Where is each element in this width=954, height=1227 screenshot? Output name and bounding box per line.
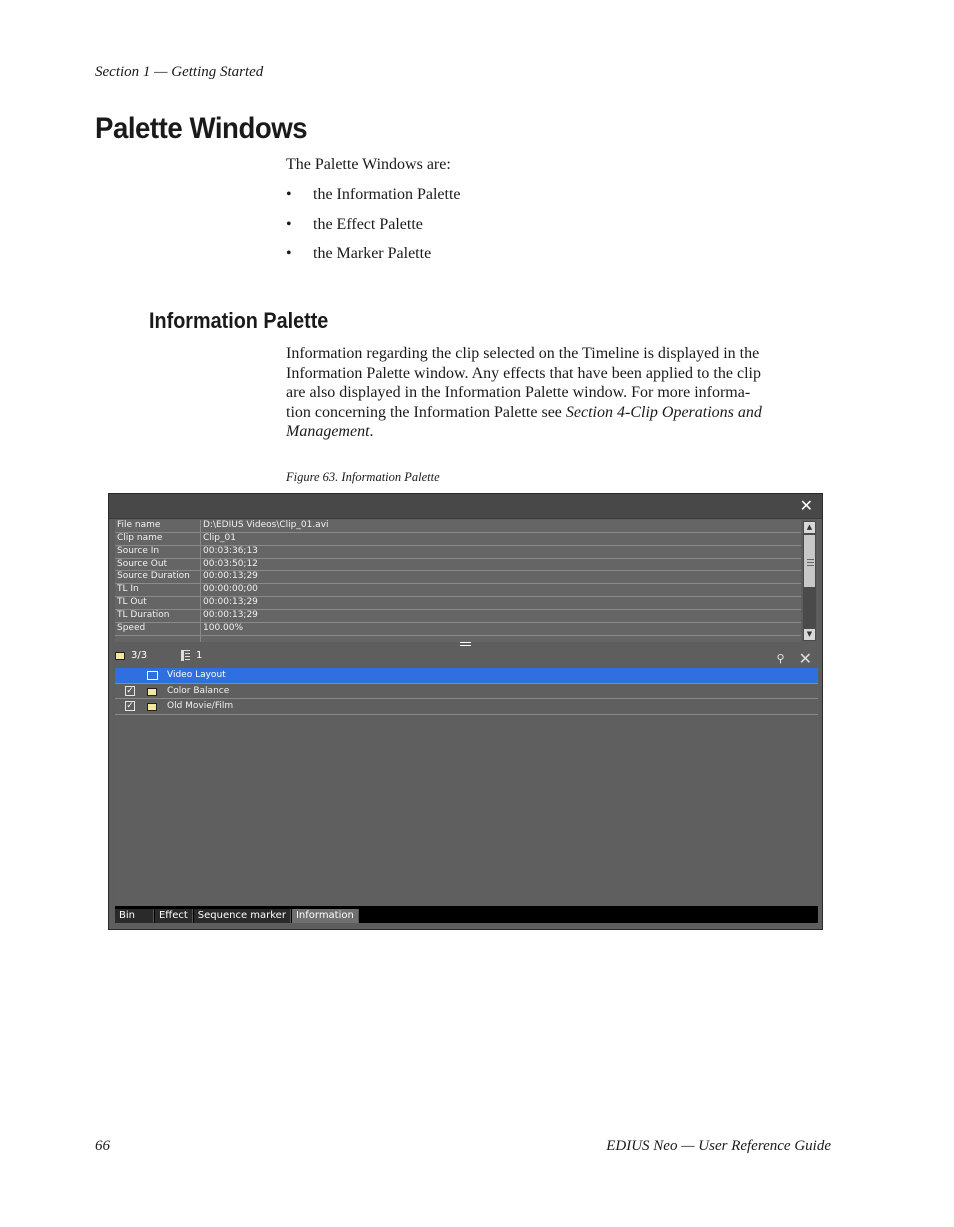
keyframe-settings-icon[interactable]: ⚲ (777, 652, 785, 665)
tab-effect[interactable]: Effect (154, 909, 193, 923)
table-row: TL In 00:00:00;00 (115, 584, 801, 598)
table-row: TL Duration 00:00:13;29 (115, 609, 801, 623)
table-row-partial (115, 635, 801, 642)
scroll-thumb[interactable] (804, 535, 815, 587)
cross-reference: Section 4-Clip Operations and (565, 403, 762, 421)
bullet-list: • the Information Palette • the Effect Pal… (286, 186, 461, 275)
information-palette-screenshot: ✕ File name D:\EDIUS Videos\Clip_01.avi C… (108, 493, 823, 930)
bullet-dot: • (286, 186, 292, 203)
figure-caption: Figure 63. Information Palette (286, 470, 440, 484)
page-number: 66 (95, 1138, 110, 1154)
effect-list: Video Layout ✓ Color Balance ✓ Old Movie… (115, 668, 818, 906)
palette-titlebar: ✕ (109, 494, 822, 519)
section-heading: Information Palette (149, 308, 329, 333)
tab-bin[interactable]: Bin (115, 909, 154, 923)
scroll-down-icon[interactable]: ▼ (804, 629, 815, 640)
guide-title: EDIUS Neo — User Reference Guide (606, 1138, 831, 1154)
checkbox-checked-icon[interactable]: ✓ (125, 685, 135, 696)
table-row: TL Out 00:00:13;29 (115, 597, 801, 610)
clip-info-table: File name D:\EDIUS Videos\Clip_01.avi Cli… (115, 520, 801, 642)
filmstrip-icon (115, 651, 125, 660)
checkbox-checked-icon[interactable]: ✓ (125, 701, 135, 711)
filter-icon (147, 687, 157, 696)
table-row: Source Out 00:03:50;12 (115, 558, 801, 572)
table-row: Source In 00:03:36;13 (115, 545, 801, 559)
effect-count: 3/3 (115, 650, 147, 661)
body-paragraph: Information regarding the clip selected … (286, 345, 762, 441)
bullet-dot: • (286, 215, 292, 233)
filter-icon (147, 703, 157, 711)
bullet-dot: • (286, 245, 292, 262)
list-item: • the Effect Palette (286, 215, 423, 233)
cross-reference-cont: Management (286, 423, 370, 441)
table-row: Source Duration 00:00:13;29 (115, 571, 801, 585)
table-row: Clip name Clip_01 (115, 532, 801, 546)
info-scrollbar[interactable]: ▲ ▼ (803, 521, 816, 641)
page-title: Palette Windows (95, 112, 308, 145)
effect-toolbar: 3/3 1 ⚲ ✕ (109, 646, 822, 668)
layer-count: 1 (181, 650, 202, 661)
running-head: Section 1 — Getting Started (95, 64, 264, 80)
close-icon[interactable]: ✕ (800, 496, 813, 515)
scroll-up-icon[interactable]: ▲ (804, 522, 815, 533)
video-layout-icon (147, 671, 158, 680)
list-item[interactable]: Video Layout (115, 668, 818, 684)
list-item: • the Marker Palette (286, 245, 432, 262)
table-row: File name D:\EDIUS Videos\Clip_01.avi (115, 520, 801, 533)
list-item[interactable]: ✓ Old Movie/Film (115, 699, 818, 715)
table-row: Speed 100.00% (115, 622, 801, 636)
intro-text: The Palette Windows are: (286, 156, 451, 173)
palette-tab-bar: Bin Effect Sequence marker Information (115, 906, 818, 923)
list-item: • the Information Palette (286, 186, 461, 203)
delete-effect-icon[interactable]: ✕ (799, 649, 812, 668)
list-item[interactable]: ✓ Color Balance (115, 684, 818, 699)
tab-sequence-marker[interactable]: Sequence marker (193, 909, 291, 923)
tab-information[interactable]: Information (291, 909, 359, 923)
list-icon (181, 650, 190, 661)
